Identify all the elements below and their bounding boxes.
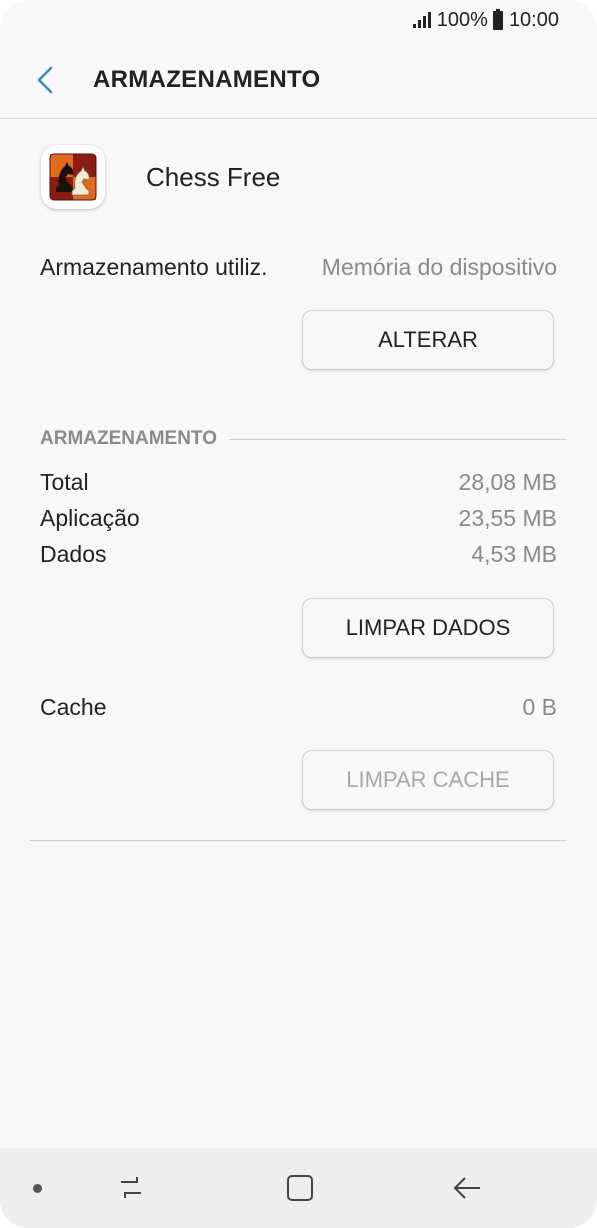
section-title: ARMAZENAMENTO xyxy=(40,428,217,449)
clock: 10:00 xyxy=(508,8,559,31)
back-button[interactable] xyxy=(26,60,66,100)
row-label: Total xyxy=(40,469,89,495)
back-arrow-icon xyxy=(37,66,53,94)
storage-row-data: Dados 4,53 MB xyxy=(40,541,557,568)
nav-dot-icon xyxy=(33,1184,42,1193)
page-title: ARMAZENAMENTO xyxy=(93,66,321,93)
back-icon xyxy=(454,1177,480,1199)
nav-back-button[interactable] xyxy=(449,1170,485,1206)
cache-label: Cache xyxy=(40,694,107,720)
signal-icon xyxy=(412,12,431,28)
row-label: Aplicação xyxy=(40,505,140,531)
app-name: Chess Free xyxy=(146,162,281,192)
row-value: 4,53 MB xyxy=(471,541,557,567)
storage-row-total: Total 28,08 MB xyxy=(40,469,557,496)
home-button[interactable] xyxy=(282,1170,318,1206)
content-divider xyxy=(30,840,567,841)
clear-cache-button[interactable]: LIMPAR CACHE xyxy=(302,750,554,810)
cache-row: Cache 0 B xyxy=(40,694,557,721)
clear-data-button[interactable]: LIMPAR DADOS xyxy=(302,598,554,658)
storage-used-value: Memória do dispositivo xyxy=(321,254,557,280)
chess-app-icon xyxy=(41,145,105,209)
row-value: 28,08 MB xyxy=(458,469,557,495)
battery-percentage: 100% xyxy=(436,8,488,31)
status-indicators: 100% 10:00 xyxy=(412,8,559,32)
recent-apps-button[interactable] xyxy=(113,1170,149,1206)
cache-value: 0 B xyxy=(522,694,557,720)
home-icon xyxy=(287,1175,313,1201)
storage-screen: 100% 10:00 ARMAZENAMENTO Chess Free Arma… xyxy=(0,0,597,1228)
storage-section-header: ARMAZENAMENTO xyxy=(40,428,567,450)
row-label: Dados xyxy=(40,541,107,567)
storage-row-application: Aplicação 23,55 MB xyxy=(40,505,557,532)
header-divider xyxy=(0,118,597,119)
change-storage-button[interactable]: ALTERAR xyxy=(302,310,554,370)
battery-icon xyxy=(492,8,503,30)
status-bar: 100% 10:00 xyxy=(0,0,597,40)
storage-used-row: Armazenamento utiliz. Memória do disposi… xyxy=(40,254,557,281)
row-value: 23,55 MB xyxy=(458,505,557,531)
storage-used-label: Armazenamento utiliz. xyxy=(40,254,268,280)
navigation-bar xyxy=(0,1148,597,1228)
app-header: ARMAZENAMENTO xyxy=(0,44,597,118)
section-divider xyxy=(228,438,567,440)
recent-apps-icon xyxy=(121,1177,141,1198)
